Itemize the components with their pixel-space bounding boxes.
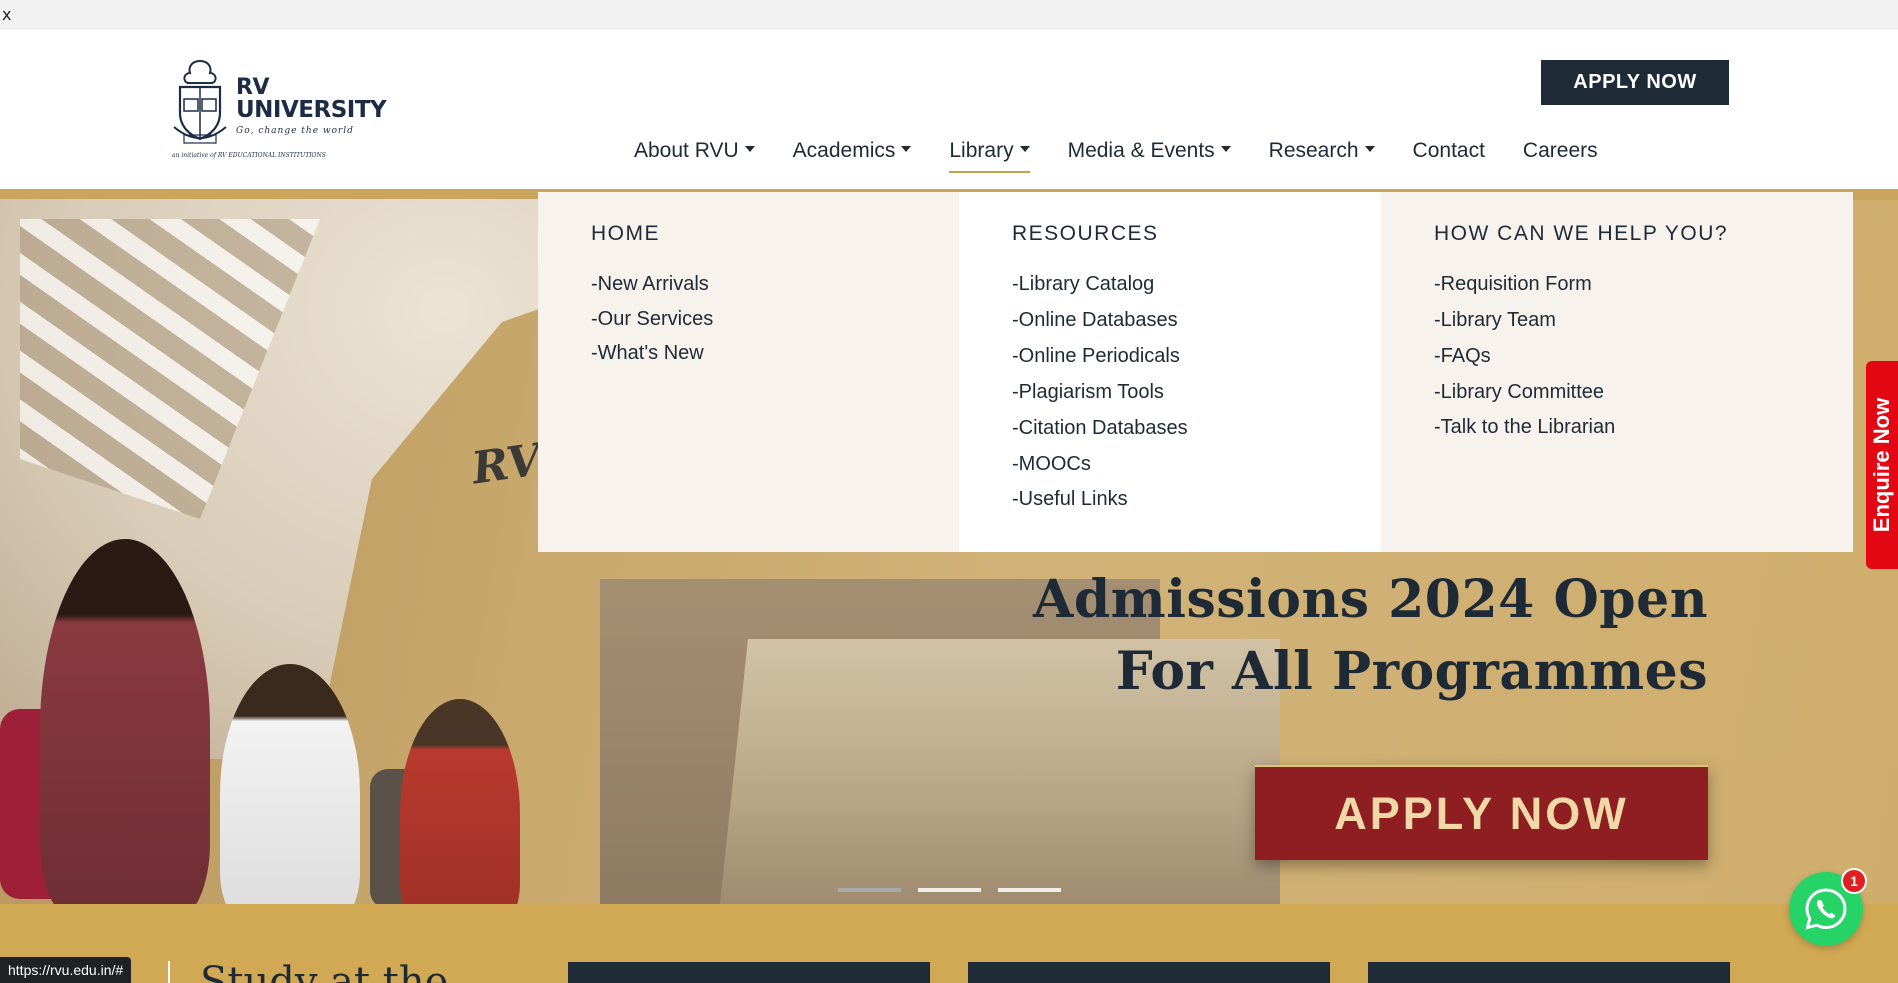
nav-research[interactable]: Research (1269, 139, 1375, 173)
top-utility-bar: x (0, 0, 1898, 29)
mega-column-home: HOME -New Arrivals -Our Services -What's… (538, 192, 959, 552)
caret-down-icon (1364, 146, 1375, 152)
carousel-dot-3[interactable] (998, 888, 1061, 892)
nav-label: Library (949, 139, 1014, 162)
mega-column-resources: RESOURCES -Library Catalog -Online Datab… (959, 192, 1381, 552)
menu-link-talk-to-librarian[interactable]: -Talk to the Librarian (1434, 410, 1853, 444)
nav-media-events[interactable]: Media & Events (1068, 139, 1231, 173)
nav-label: Academics (792, 139, 896, 162)
menu-link-citation-databases[interactable]: -Citation Databases (1012, 410, 1381, 446)
section-divider (168, 961, 170, 983)
menu-link-library-catalog[interactable]: -Library Catalog (1012, 266, 1381, 302)
mega-heading-resources[interactable]: RESOURCES (1012, 222, 1381, 246)
student-image (220, 664, 360, 904)
caret-down-icon (1019, 146, 1030, 152)
caret-down-icon (744, 146, 755, 152)
whatsapp-icon (1805, 888, 1847, 930)
bottom-section: Study at the (0, 904, 1898, 983)
menu-link-faqs[interactable]: -FAQs (1434, 338, 1853, 374)
logo-text-university: UNIVERSITY (236, 97, 387, 123)
library-mega-menu: HOME -New Arrivals -Our Services -What's… (538, 192, 1853, 552)
menu-link-online-periodicals[interactable]: -Online Periodicals (1012, 338, 1381, 374)
nav-label: Research (1268, 139, 1359, 162)
building-sign: RV (468, 434, 545, 495)
headline-line-2: For All Programmes (1115, 641, 1708, 702)
logo-text-rv: RV (236, 75, 269, 100)
hero-headline: Admissions 2024 Open For All Programmes (1033, 564, 1708, 708)
logo-initiative-text: an initiative of RV EDUCATIONAL INSTITUT… (172, 152, 326, 159)
nav-library[interactable]: Library (949, 139, 1030, 173)
mega-heading-help[interactable]: HOW CAN WE HELP YOU? (1434, 222, 1853, 246)
nav-label: Careers (1522, 139, 1598, 162)
menu-link-whats-new[interactable]: -What's New (591, 336, 959, 370)
nav-label: About RVU (634, 139, 739, 162)
site-header: RV UNIVERSITY Go, change the world an in… (0, 29, 1898, 189)
program-card[interactable] (1368, 962, 1730, 983)
caret-down-icon (1220, 146, 1231, 152)
menu-link-library-team[interactable]: -Library Team (1434, 302, 1853, 338)
carousel-dot-2[interactable] (918, 888, 981, 892)
nav-careers[interactable]: Careers (1523, 139, 1598, 173)
section-title: Study at the (200, 959, 449, 983)
nav-label: Contact (1412, 139, 1485, 162)
close-icon[interactable]: x (2, 5, 11, 24)
menu-link-plagiarism-tools[interactable]: -Plagiarism Tools (1012, 374, 1381, 410)
menu-link-new-arrivals[interactable]: -New Arrivals (591, 266, 959, 302)
notification-badge: 1 (1841, 868, 1867, 894)
student-image (400, 699, 520, 904)
menu-link-online-databases[interactable]: -Online Databases (1012, 302, 1381, 338)
menu-link-moocs[interactable]: -MOOCs (1012, 446, 1381, 482)
menu-link-requisition-form[interactable]: -Requisition Form (1434, 266, 1853, 302)
carousel-indicators (838, 888, 1061, 892)
rv-university-logo[interactable]: RV UNIVERSITY Go, change the world an in… (168, 57, 387, 167)
menu-link-our-services[interactable]: -Our Services (591, 302, 959, 336)
enquire-now-label: Enquire Now (1869, 397, 1895, 533)
nav-about-rvu[interactable]: About RVU (634, 139, 755, 173)
carousel-dot-1[interactable] (838, 888, 901, 892)
crest-icon (173, 59, 227, 144)
browser-status-url: https://rvu.edu.in/# (0, 957, 132, 983)
apply-now-header-button[interactable]: APPLY NOW (1541, 60, 1729, 105)
logo-tagline: Go, change the world (236, 126, 354, 136)
program-card[interactable] (568, 962, 930, 983)
mega-heading-home[interactable]: HOME (591, 222, 959, 246)
mega-column-help: HOW CAN WE HELP YOU? -Requisition Form -… (1381, 192, 1853, 552)
apply-now-hero-button[interactable]: APPLY NOW (1255, 765, 1708, 860)
menu-link-useful-links[interactable]: -Useful Links (1012, 482, 1381, 516)
nav-label: Media & Events (1067, 139, 1215, 162)
caret-down-icon (901, 146, 912, 152)
nav-contact[interactable]: Contact (1413, 139, 1485, 173)
main-nav: About RVU Academics Library Media & Even… (634, 139, 1636, 179)
menu-link-library-committee[interactable]: -Library Committee (1434, 374, 1853, 410)
headline-line-1: Admissions 2024 Open (1032, 569, 1708, 630)
nav-academics[interactable]: Academics (793, 139, 912, 173)
student-image (40, 539, 210, 904)
program-card[interactable] (968, 962, 1330, 983)
enquire-now-tab[interactable]: Enquire Now (1866, 361, 1898, 569)
